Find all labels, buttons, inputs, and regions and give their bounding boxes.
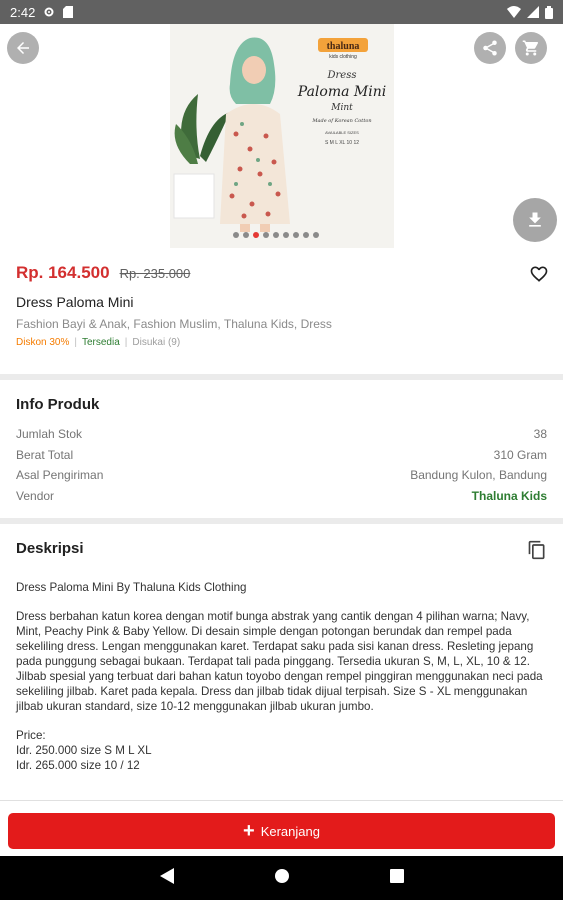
copy-icon[interactable] [527, 540, 547, 565]
info-label: Asal Pengiriman [16, 468, 104, 482]
info-row-stock: Jumlah Stok 38 [16, 424, 547, 445]
signal-icon [527, 6, 539, 18]
add-to-cart-button[interactable]: + Keranjang [8, 813, 555, 849]
carousel-dot[interactable] [253, 232, 259, 238]
description-price-line: Idr. 265.000 size 10 / 12 [16, 759, 140, 772]
wifi-icon [507, 6, 521, 18]
info-section-title: Info Produk [16, 396, 100, 413]
image-brand: thaluna [327, 41, 360, 52]
home-circle-icon[interactable] [274, 868, 290, 889]
plus-icon: + [243, 820, 255, 842]
info-value: 310 Gram [493, 447, 547, 462]
arrow-left-icon [17, 42, 29, 54]
battery-icon [545, 5, 553, 19]
image-text-sizes: S M L XL 10 12 [325, 140, 359, 146]
status-time: 2:42 [10, 4, 36, 20]
carousel-dot[interactable] [233, 232, 239, 238]
description-price-label: Price: [16, 729, 46, 742]
back-triangle-icon[interactable] [159, 867, 174, 889]
product-summary: Rp. 164.500 Rp. 235.000 Dress Paloma Min… [0, 248, 563, 348]
product-badges: Diskon 30% | Tersedia | Disukai (9) [16, 337, 181, 348]
settings-icon [43, 6, 55, 18]
info-row-origin: Asal Pengiriman Bandung Kulon, Bandung [16, 465, 547, 486]
product-image[interactable]: thaluna kids clothing Dress Paloma Mini … [170, 24, 394, 248]
carousel-dot[interactable] [273, 232, 279, 238]
product-info-section: Info Produk Jumlah Stok 38 Berat Total 3… [0, 380, 563, 506]
shopping-cart-icon [522, 40, 539, 56]
carousel-dot[interactable] [293, 232, 299, 238]
description-section: Deskripsi Dress Paloma Mini By Thaluna K… [0, 524, 563, 773]
share-icon [483, 40, 497, 56]
info-row-vendor: Vendor Thaluna Kids [16, 486, 547, 507]
image-text-material: Made of Korean Cotton [311, 118, 371, 124]
bottom-action-bar: + Keranjang [0, 800, 563, 856]
likes-badge: Disukai (9) [132, 337, 181, 348]
status-bar: 2:42 [0, 0, 563, 24]
download-button[interactable] [513, 198, 557, 242]
recents-square-icon[interactable] [389, 868, 404, 888]
info-label: Jumlah Stok [16, 427, 83, 441]
system-nav-bar [0, 856, 563, 900]
image-brand-sub: kids clothing [329, 54, 357, 60]
carousel-dot[interactable] [283, 232, 289, 238]
carousel-dot[interactable] [303, 232, 309, 238]
favorite-heart-icon[interactable] [529, 264, 549, 289]
description-heading: Dress Paloma Mini By Thaluna Kids Clothi… [16, 581, 247, 594]
info-label: Berat Total [16, 447, 74, 462]
image-text-name: Paloma Mini [297, 84, 386, 100]
carousel-indicator [233, 232, 319, 238]
image-text-color: Mint [330, 103, 353, 113]
image-text-dress: Dress [327, 70, 357, 81]
description-body: Dress berbahan katun korea dengan motif … [16, 610, 543, 713]
discount-badge: Diskon 30% [16, 337, 70, 348]
carousel-dot[interactable] [263, 232, 269, 238]
product-gallery[interactable]: thaluna kids clothing Dress Paloma Mini … [0, 24, 563, 248]
product-categories: Fashion Bayi & Anak, Fashion Muslim, Tha… [16, 317, 332, 331]
description-section-title: Deskripsi [16, 540, 84, 557]
add-to-cart-label: Keranjang [260, 823, 320, 839]
info-label: Vendor [16, 488, 55, 503]
download-icon [529, 212, 541, 227]
carousel-dot[interactable] [313, 232, 319, 238]
carousel-dot[interactable] [243, 232, 249, 238]
back-button[interactable] [7, 32, 39, 64]
image-text-sizes-label: AVAILABLE SIZES [325, 130, 359, 135]
share-button[interactable] [474, 32, 506, 64]
availability-badge: Tersedia [81, 337, 120, 348]
product-old-price: Rp. 235.000 [119, 265, 191, 281]
vendor-link[interactable]: Thaluna Kids [472, 486, 547, 507]
product-title: Dress Paloma Mini [16, 294, 134, 310]
sd-card-icon [63, 6, 74, 18]
cart-button[interactable] [515, 32, 547, 64]
description-price-line: Idr. 250.000 size S M L XL [16, 744, 152, 757]
info-row-weight: Berat Total 310 Gram [16, 445, 547, 466]
info-value: 38 [533, 427, 547, 441]
product-price: Rp. 164.500 [16, 263, 110, 282]
info-value: Bandung Kulon, Bandung [410, 468, 547, 482]
